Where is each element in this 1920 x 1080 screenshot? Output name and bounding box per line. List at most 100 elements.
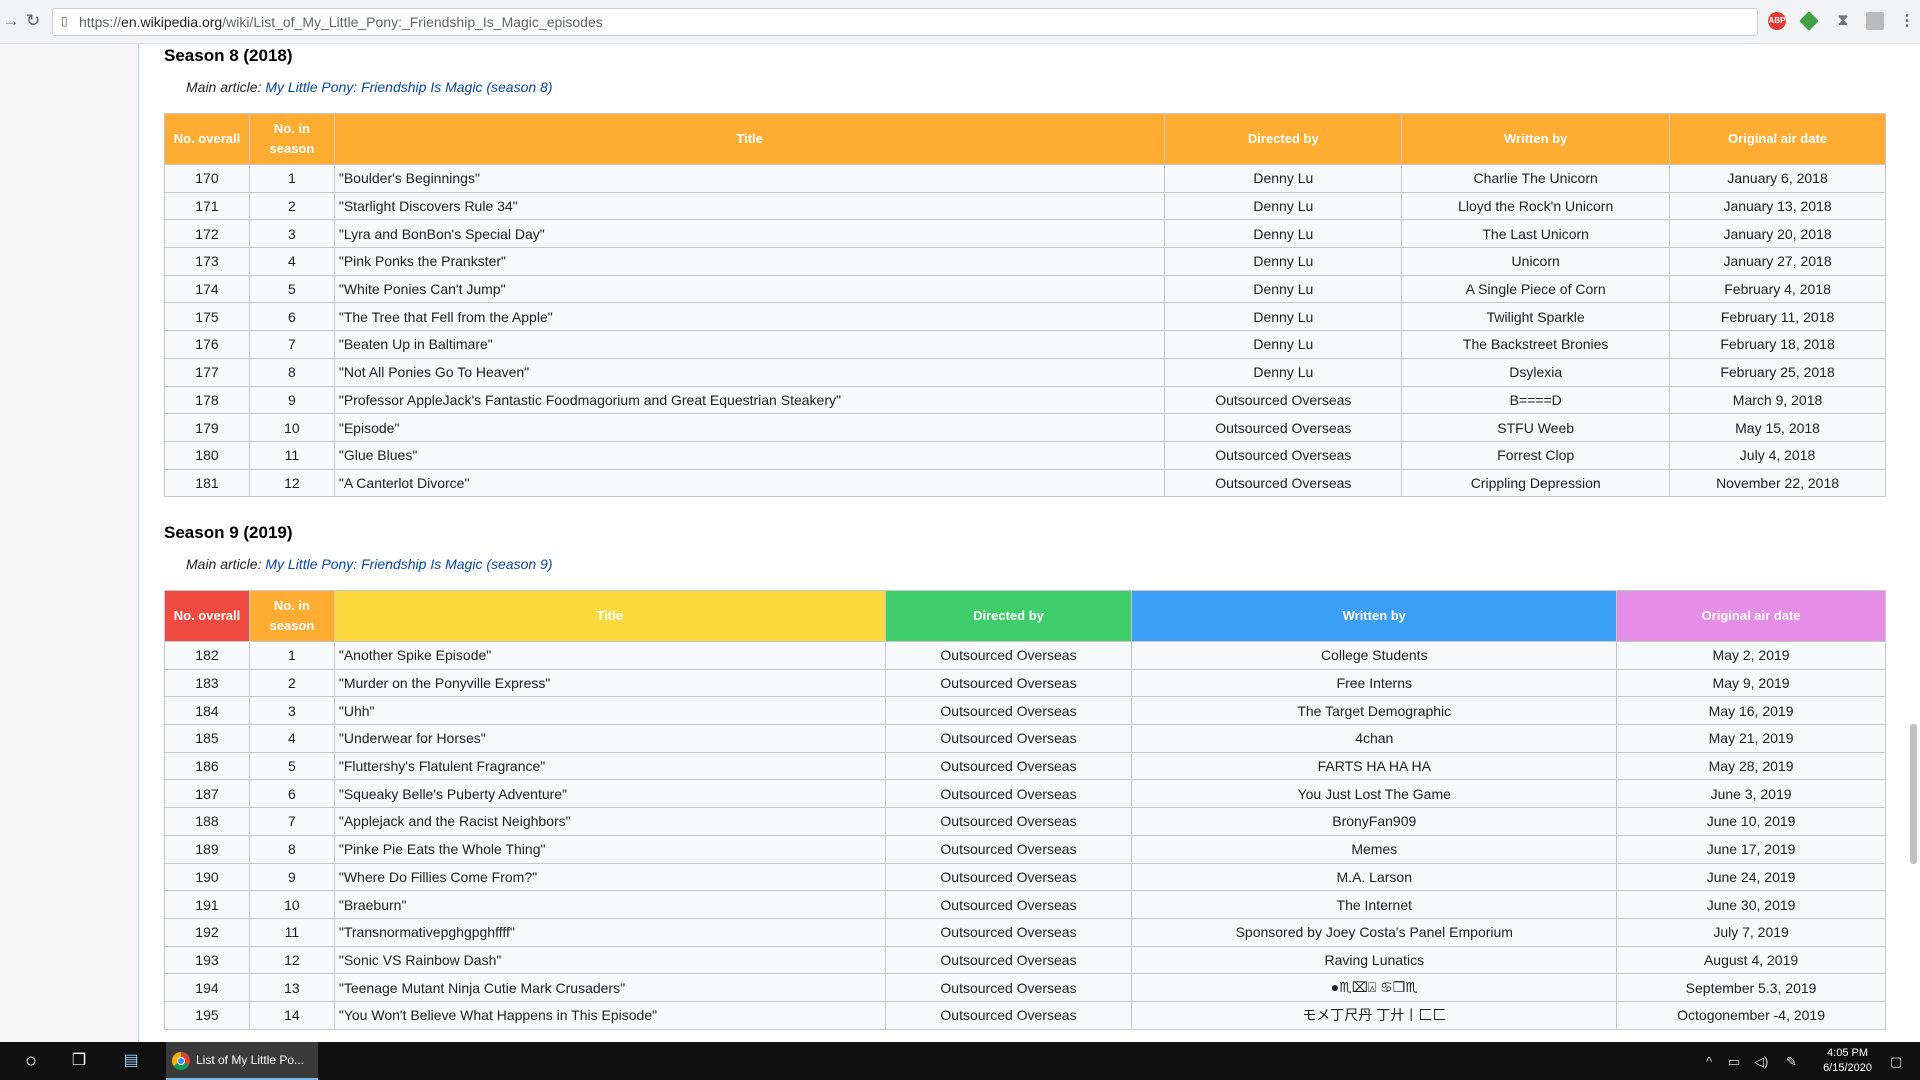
cell-no-in-season: 12 xyxy=(248,468,335,498)
cell-no-overall: 194 xyxy=(164,973,250,1002)
extension-green-icon[interactable] xyxy=(1799,11,1819,31)
cell-directed-by: Denny Lu xyxy=(1164,247,1403,276)
url-text: https://en.wikipedia.org/wiki/List_of_My… xyxy=(79,14,603,30)
reload-icon[interactable]: ↻ xyxy=(22,10,44,32)
scrollbar-thumb[interactable] xyxy=(1910,724,1917,864)
season8-heading: Season 8 (2018) xyxy=(164,46,293,65)
notepad-icon[interactable]: ▤ xyxy=(118,1048,144,1074)
cell-directed-by: Denny Lu xyxy=(1164,357,1403,387)
cell-air-date: Octogonember -4, 2019 xyxy=(1616,1000,1886,1030)
table-row: 187 6 "Squeaky Belle's Puberty Adventure" O… xyxy=(164,779,1886,809)
clock-time: 4:05 PM xyxy=(1827,1047,1869,1059)
page-info-icon[interactable]: ▯ xyxy=(61,14,68,28)
network-icon[interactable]: ▭ xyxy=(1728,1054,1740,1070)
cell-air-date: August 4, 2019 xyxy=(1616,945,1886,975)
header-air-date: Original air date xyxy=(1616,590,1886,642)
browser-toolbar: → ↻ ▯ https://en.wikipedia.org/wiki/List… xyxy=(0,0,1920,44)
table-row: 181 12 "A Canterlot Divorce" Outsourced Ove… xyxy=(164,468,1886,498)
vertical-scrollbar[interactable] xyxy=(1906,44,1920,1042)
cell-title: "Episode" xyxy=(333,413,1166,442)
cell-title: "Transnormativepghgpghffff" xyxy=(333,917,886,947)
forward-icon[interactable]: → xyxy=(0,10,22,32)
address-bar[interactable]: ▯ https://en.wikipedia.org/wiki/List_of_… xyxy=(52,8,1758,36)
cell-written-by: A Single Piece of Corn xyxy=(1401,274,1671,304)
season9-heading: Season 9 (2019) xyxy=(164,523,293,542)
cell-written-by: The Target Demographic xyxy=(1131,696,1618,726)
cell-written-by: M.A. Larson xyxy=(1131,862,1618,892)
header-air-date: Original air date xyxy=(1669,113,1886,165)
cell-no-in-season: 9 xyxy=(248,385,335,415)
cell-written-by: Memes xyxy=(1131,834,1618,864)
cell-air-date: July 4, 2018 xyxy=(1669,440,1886,470)
hatnote-prefix: Main article: xyxy=(186,79,266,95)
cortana-icon[interactable]: ○ xyxy=(20,1048,42,1074)
table-row: 179 10 "Episode" Outsourced Overseas STFU We… xyxy=(164,413,1886,442)
cell-no-overall: 173 xyxy=(164,247,250,276)
taskbar-clock[interactable]: 4:05 PM 6/15/2020 xyxy=(1823,1046,1872,1076)
cell-no-overall: 195 xyxy=(164,1000,250,1030)
season8-main-article-link[interactable]: My Little Pony: Friendship Is Magic (sea… xyxy=(265,79,552,95)
cell-directed-by: Outsourced Overseas xyxy=(884,834,1133,864)
cell-air-date: May 16, 2019 xyxy=(1616,696,1886,726)
cell-no-overall: 178 xyxy=(164,385,250,415)
table-row: 195 14 "You Won't Believe What Happens in … xyxy=(164,1000,1886,1030)
header-directed-by: Directed by xyxy=(1164,113,1403,165)
cell-written-by: ●♏︎⌧︎⍓︎ ♋︎❒︎♏︎ xyxy=(1131,973,1618,1002)
table-row: 193 12 "Sonic VS Rainbow Dash" Outsourced O… xyxy=(164,945,1886,975)
table-row: 190 9 "Where Do Fillies Come From?" Outsour… xyxy=(164,862,1886,892)
cell-no-overall: 188 xyxy=(164,807,250,836)
pen-icon[interactable]: ✎ xyxy=(1786,1054,1797,1070)
header-no-in-season: No. in season xyxy=(248,590,335,642)
extension-gray-icon[interactable] xyxy=(1866,12,1884,30)
show-hidden-icons-icon[interactable]: ^ xyxy=(1706,1054,1712,1069)
taskbar-chrome-app[interactable]: List of My Little Po... xyxy=(166,1042,318,1080)
cell-title: "Where Do Fillies Come From?" xyxy=(333,862,886,892)
header-no-overall: No. overall xyxy=(164,113,250,165)
cell-no-overall: 175 xyxy=(164,302,250,332)
header-directed-by: Directed by xyxy=(884,590,1133,642)
season9-main-article-link[interactable]: My Little Pony: Friendship Is Magic (sea… xyxy=(265,556,552,572)
table-row: 177 8 "Not All Ponies Go To Heaven" Denny L… xyxy=(164,357,1886,387)
cell-written-by: Dsylexia xyxy=(1401,357,1671,387)
cell-air-date: June 10, 2019 xyxy=(1616,807,1886,836)
cell-air-date: September 5.3, 2019 xyxy=(1616,973,1886,1002)
cell-no-in-season: 7 xyxy=(248,807,335,836)
clock-date: 6/15/2020 xyxy=(1823,1062,1872,1074)
cell-no-overall: 181 xyxy=(164,468,250,498)
cell-no-in-season: 11 xyxy=(248,917,335,947)
cell-written-by: モメ丁尺丹 丁廾丨匚匚 xyxy=(1131,1000,1618,1030)
cell-air-date: November 22, 2018 xyxy=(1669,468,1886,498)
cell-directed-by: Outsourced Overseas xyxy=(884,641,1133,670)
cell-air-date: January 6, 2018 xyxy=(1669,164,1886,193)
cell-directed-by: Outsourced Overseas xyxy=(1164,468,1403,498)
hourglass-icon[interactable]: ⧗ xyxy=(1834,12,1852,30)
cell-written-by: Twilight Sparkle xyxy=(1401,302,1671,332)
notifications-icon[interactable]: ▢ xyxy=(1890,1054,1902,1070)
adblock-icon[interactable]: ABP xyxy=(1768,12,1786,30)
task-view-icon[interactable]: ❐ xyxy=(68,1048,90,1074)
cell-title: "Lyra and BonBon's Special Day" xyxy=(333,219,1166,249)
volume-icon[interactable]: ◁) xyxy=(1754,1054,1768,1070)
cell-no-overall: 179 xyxy=(164,413,250,442)
cell-directed-by: Outsourced Overseas xyxy=(884,807,1133,836)
header-no-overall: No. overall xyxy=(164,590,250,642)
cell-title: "Underwear for Horses" xyxy=(333,724,886,753)
cell-no-in-season: 8 xyxy=(248,834,335,864)
menu-icon[interactable]: ⋮ xyxy=(1898,12,1916,30)
cell-written-by: The Backstreet Bronies xyxy=(1401,330,1671,359)
table-row: 192 11 "Transnormativepghgpghffff" Outsourc… xyxy=(164,917,1886,947)
table-row: 191 10 "Braeburn" Outsourced Overseas The In… xyxy=(164,890,1886,919)
cell-no-in-season: 5 xyxy=(248,274,335,304)
cell-no-in-season: 9 xyxy=(248,862,335,892)
cell-written-by: The Internet xyxy=(1131,890,1618,919)
cell-directed-by: Outsourced Overseas xyxy=(1164,385,1403,415)
cell-no-overall: 185 xyxy=(164,724,250,753)
cell-written-by: Crippling Depression xyxy=(1401,468,1671,498)
cell-no-in-season: 3 xyxy=(248,219,335,249)
cell-no-in-season: 8 xyxy=(248,357,335,387)
table-row: 182 1 "Another Spike Episode" Outsourced Ov… xyxy=(164,641,1886,670)
cell-directed-by: Outsourced Overseas xyxy=(884,696,1133,726)
table-row: 188 7 "Applejack and the Racist Neighbors"… xyxy=(164,807,1886,836)
cell-title: "Teenage Mutant Ninja Cutie Mark Crusade… xyxy=(333,973,886,1002)
cell-no-overall: 172 xyxy=(164,219,250,249)
